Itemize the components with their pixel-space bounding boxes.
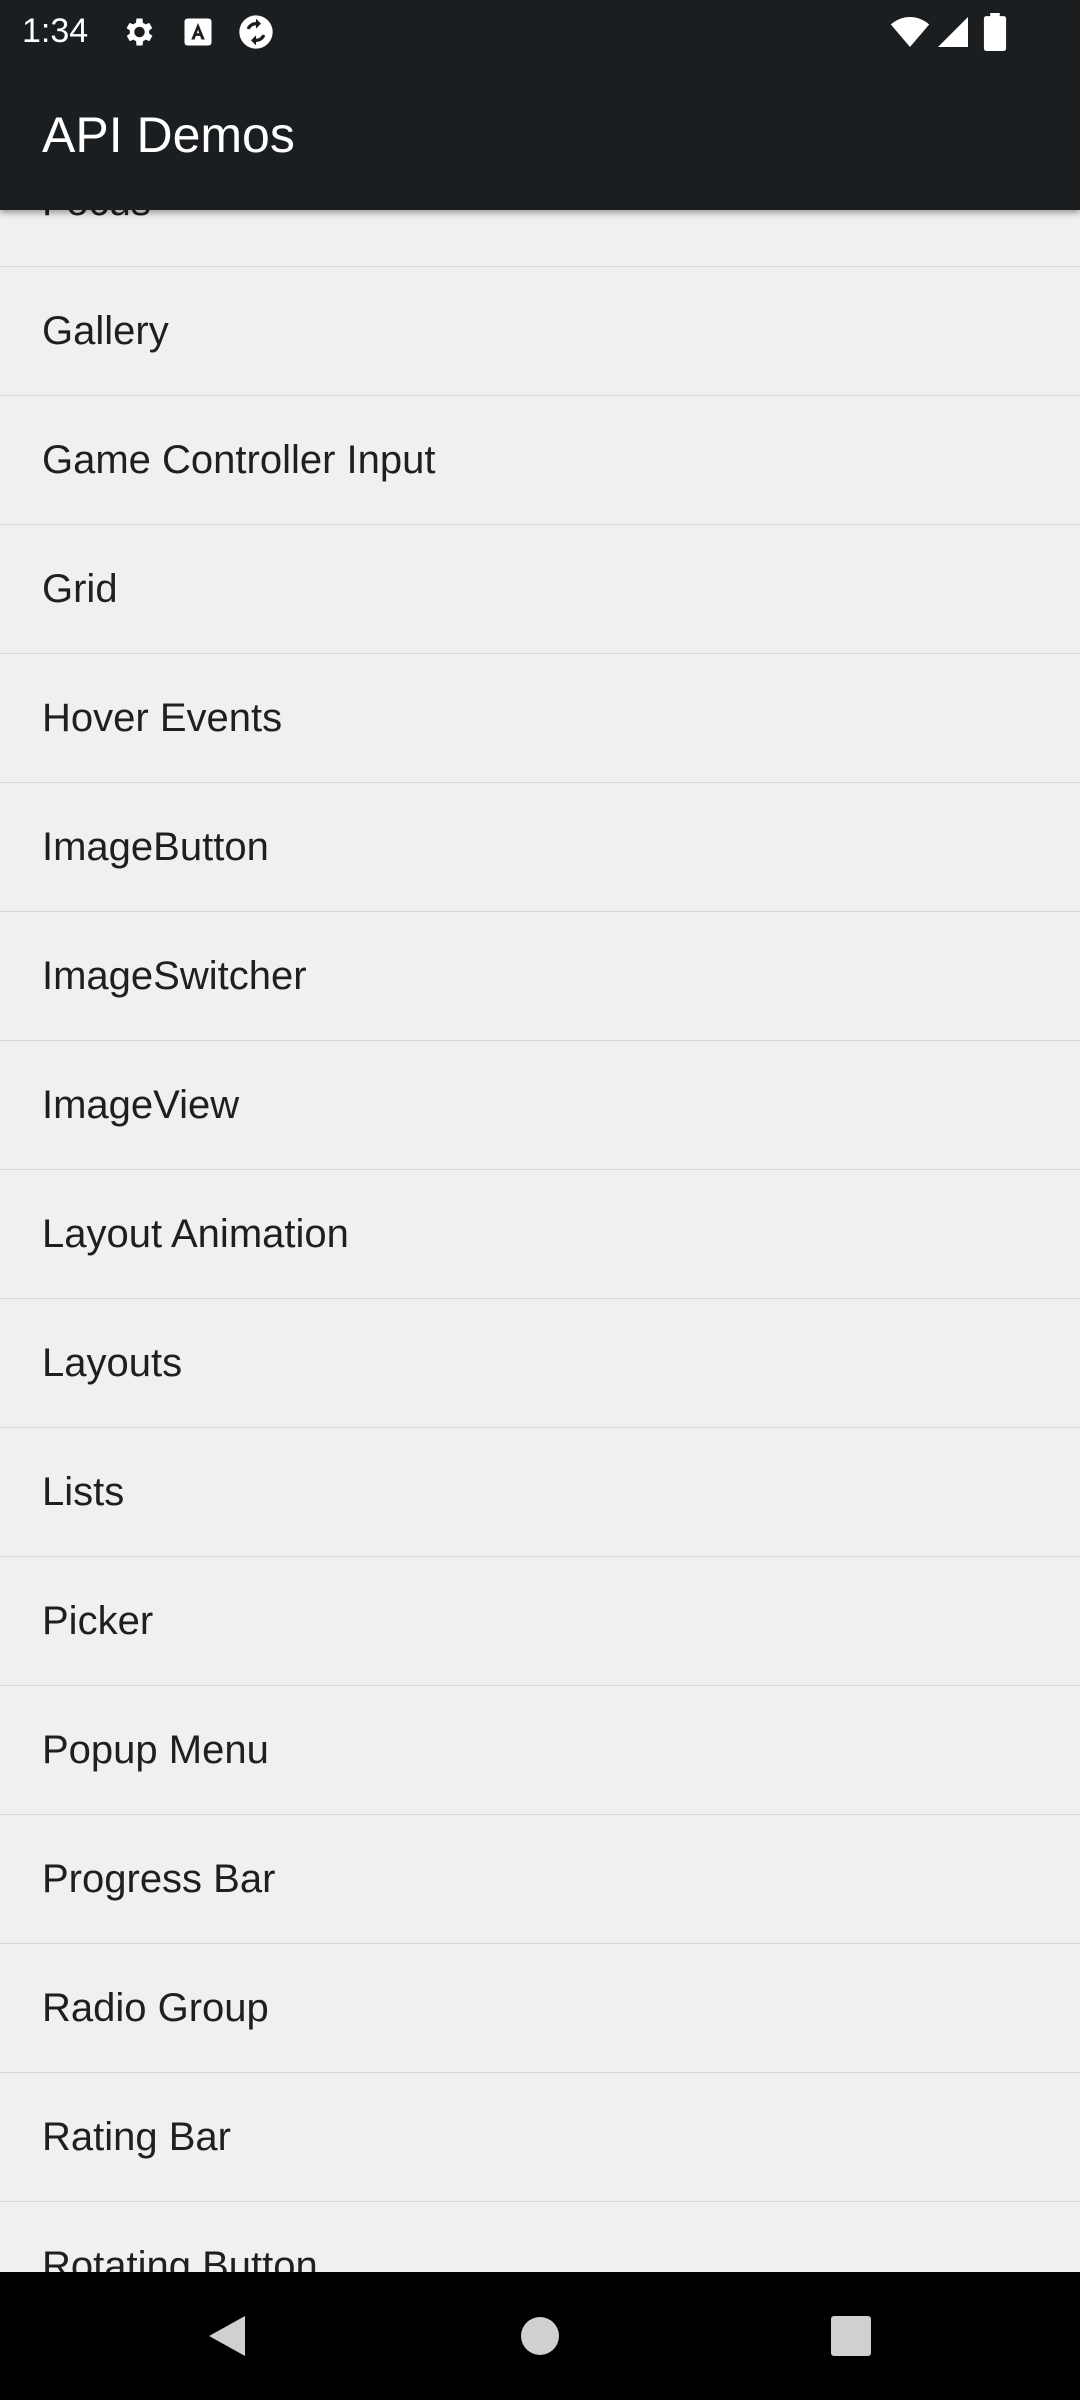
list-item-label: Hover Events xyxy=(42,696,283,740)
list-item-label: Picker xyxy=(42,1599,154,1643)
list-item[interactable]: Lists xyxy=(0,1428,1080,1557)
sync-icon xyxy=(239,15,273,49)
list-item-label: ImageView xyxy=(42,1083,240,1127)
list-item-label: ImageButton xyxy=(42,825,269,869)
back-icon[interactable] xyxy=(185,2296,265,2376)
list-item-label: Game Controller Input xyxy=(42,438,436,482)
list-item[interactable]: ImageSwitcher xyxy=(0,912,1080,1041)
wifi-icon xyxy=(890,17,930,47)
demo-list-items: Focus Gallery Game Controller Input Grid Hov… xyxy=(0,210,1080,2272)
a-letter-icon xyxy=(184,18,212,46)
list-item-label: Grid xyxy=(42,567,118,611)
cell-signal-icon xyxy=(938,17,968,47)
list-item[interactable]: Hover Events xyxy=(0,654,1080,783)
status-time: 1:34 xyxy=(22,12,89,50)
status-bar: 1:34 xyxy=(0,0,1080,63)
battery-icon xyxy=(983,13,1007,51)
list-item-label: Rotating Button xyxy=(42,2244,318,2272)
list-item[interactable]: Focus xyxy=(0,210,1080,267)
settings-icon xyxy=(126,18,153,46)
list-item-label: Layouts xyxy=(42,1341,183,1385)
list-item-label: Lists xyxy=(42,1470,125,1514)
list-item[interactable]: ImageView xyxy=(0,1041,1080,1170)
list-item[interactable]: Picker xyxy=(0,1557,1080,1686)
recents-icon[interactable] xyxy=(811,2296,891,2376)
navigation-bar xyxy=(0,2272,1080,2400)
list-item[interactable]: Radio Group xyxy=(0,1944,1080,2073)
list-item-label: ImageSwitcher xyxy=(42,954,307,998)
list-item[interactable]: Grid xyxy=(0,525,1080,654)
list-item-label: Rating Bar xyxy=(42,2115,231,2159)
home-icon[interactable] xyxy=(500,2296,580,2376)
list-item-label: Popup Menu xyxy=(42,1728,269,1772)
list-item[interactable]: Progress Bar xyxy=(0,1815,1080,1944)
demo-list[interactable]: Focus Gallery Game Controller Input Grid Hov… xyxy=(0,210,1080,2272)
list-item[interactable]: ImageButton xyxy=(0,783,1080,912)
list-item-label: Radio Group xyxy=(42,1986,269,2030)
list-item-label: Progress Bar xyxy=(42,1857,276,1901)
list-item-label: Focus xyxy=(42,210,151,226)
list-item[interactable]: Game Controller Input xyxy=(0,396,1080,525)
list-item-label: Gallery xyxy=(42,309,169,353)
list-item[interactable]: Layouts xyxy=(0,1299,1080,1428)
list-item[interactable]: Popup Menu xyxy=(0,1686,1080,1815)
app-title: API Demos xyxy=(42,107,295,163)
list-item[interactable]: Gallery xyxy=(0,267,1080,396)
list-item[interactable]: Rotating Button xyxy=(0,2202,1080,2272)
app-bar: API Demos xyxy=(0,63,1080,210)
list-item-label: Layout Animation xyxy=(42,1212,349,1256)
list-item[interactable]: Rating Bar xyxy=(0,2073,1080,2202)
list-item[interactable]: Layout Animation xyxy=(0,1170,1080,1299)
